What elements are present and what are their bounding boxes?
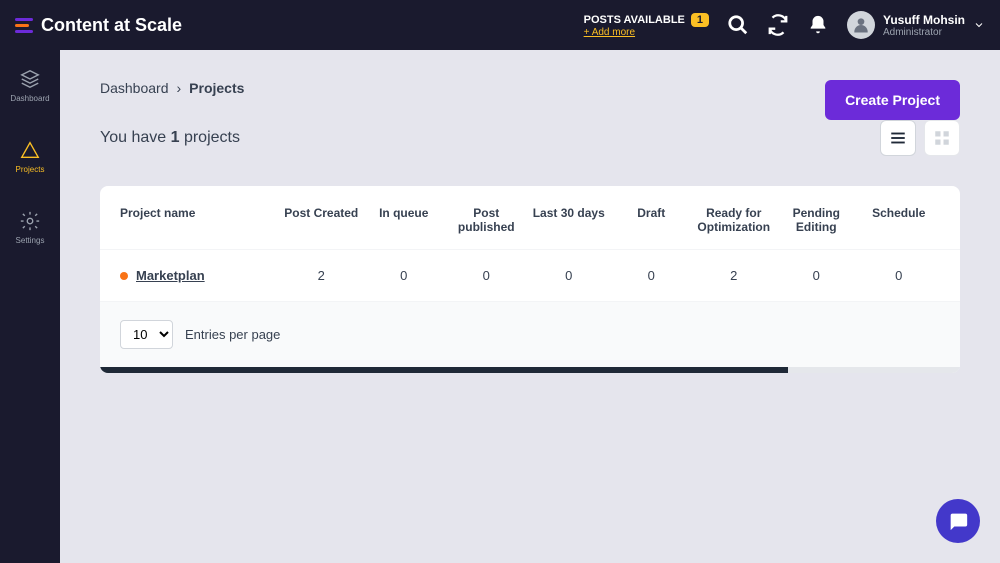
cell-in-queue: 0 [363, 268, 446, 283]
triangle-icon [19, 139, 41, 161]
list-view-button[interactable] [880, 120, 916, 156]
th-schedule: Schedule [858, 206, 941, 234]
add-more-link[interactable]: + Add more [584, 27, 635, 38]
sidebar: Dashboard Projects Settings [0, 0, 60, 563]
refresh-icon[interactable] [767, 14, 789, 36]
chevron-down-icon [973, 19, 985, 31]
posts-available-label: POSTS AVAILABLE [584, 14, 685, 26]
logo[interactable]: Content at Scale [15, 15, 182, 36]
entries-label: Entries per page [185, 327, 280, 342]
breadcrumb-parent[interactable]: Dashboard [100, 80, 169, 96]
project-link[interactable]: Marketplan [136, 268, 205, 283]
th-ready: Ready for Optimization [693, 206, 776, 234]
search-icon[interactable] [727, 14, 749, 36]
bell-icon[interactable] [807, 14, 829, 36]
sidebar-item-label: Dashboard [10, 94, 49, 103]
cell-schedule: 0 [858, 268, 941, 283]
logo-icon [15, 18, 33, 33]
cell-post-created: 2 [280, 268, 363, 283]
breadcrumb: Dashboard › Projects [100, 80, 244, 96]
th-draft: Draft [610, 206, 693, 234]
grid-view-button[interactable] [924, 120, 960, 156]
sidebar-item-dashboard[interactable]: Dashboard [0, 60, 60, 111]
user-role: Administrator [883, 27, 965, 38]
gear-icon [19, 210, 41, 232]
projects-count-text: You have 1 projects [100, 129, 240, 147]
sidebar-item-label: Projects [16, 165, 45, 174]
create-project-button[interactable]: Create Project [825, 80, 960, 120]
cell-ready: 2 [693, 268, 776, 283]
th-in-queue: In queue [363, 206, 446, 234]
cell-last30: 0 [528, 268, 611, 283]
brand-name: Content at Scale [41, 15, 182, 36]
table-row[interactable]: Marketplan 2 0 0 0 0 2 0 0 [100, 249, 960, 301]
sidebar-item-projects[interactable]: Projects [0, 131, 60, 182]
th-published: Post published [445, 206, 528, 234]
posts-count-badge: 1 [691, 13, 709, 27]
th-last30: Last 30 days [528, 206, 611, 234]
chat-icon [947, 510, 969, 532]
user-name: Yusuff Mohsin [883, 13, 965, 27]
list-icon [889, 129, 907, 147]
user-menu[interactable]: Yusuff Mohsin Administrator [847, 11, 985, 39]
table-footer: 10 Entries per page [100, 301, 960, 367]
avatar [847, 11, 875, 39]
entries-select[interactable]: 10 [120, 320, 173, 349]
cell-pending: 0 [775, 268, 858, 283]
horizontal-scrollbar[interactable] [100, 367, 960, 373]
status-dot [120, 272, 128, 280]
layers-icon [19, 68, 41, 90]
posts-available: POSTS AVAILABLE 1 + Add more [584, 13, 709, 38]
cell-draft: 0 [610, 268, 693, 283]
th-post-created: Post Created [280, 206, 363, 234]
breadcrumb-sep: › [177, 80, 182, 96]
topbar: Content at Scale POSTS AVAILABLE 1 + Add… [0, 0, 1000, 50]
sidebar-item-label: Settings [16, 236, 45, 245]
cell-published: 0 [445, 268, 528, 283]
th-name: Project name [120, 206, 280, 234]
chat-fab[interactable] [936, 499, 980, 543]
main-content: Dashboard › Projects Create Project You … [60, 50, 1000, 563]
breadcrumb-current: Projects [189, 80, 244, 96]
grid-icon [933, 129, 951, 147]
table-header: Project name Post Created In queue Post … [100, 186, 960, 249]
projects-table: Project name Post Created In queue Post … [100, 186, 960, 373]
th-pending: Pending Editing [775, 206, 858, 234]
sidebar-item-settings[interactable]: Settings [0, 202, 60, 253]
